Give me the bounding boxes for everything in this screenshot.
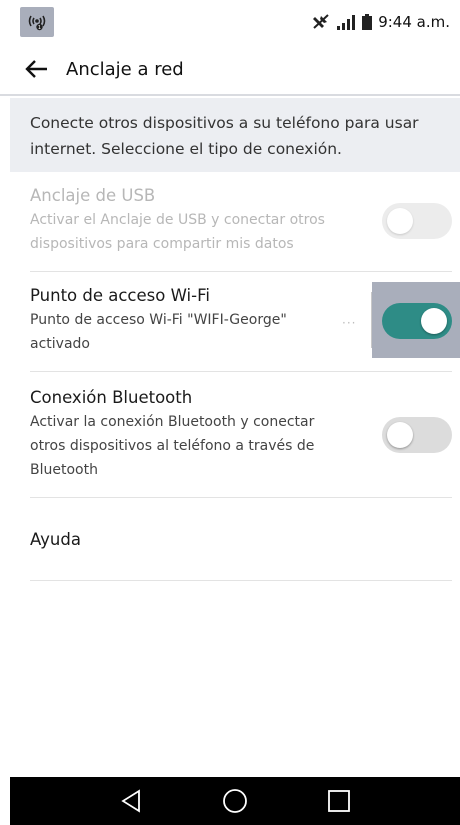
description: Conecte otros dispositivos a su teléfono…: [10, 98, 460, 172]
usb-toggle[interactable]: [382, 203, 452, 239]
signal-icon: [337, 15, 356, 30]
status-time: 9:44 a.m.: [378, 13, 450, 31]
arrow-left-icon[interactable]: [24, 56, 50, 82]
bluetooth-toggle[interactable]: [382, 417, 452, 453]
page-title: Anclaje a red: [66, 58, 184, 80]
bluetooth-subtitle-line-3: Bluetooth: [30, 462, 98, 478]
screen: 1 9:44 a.m. Anclaje a red Conecte otros …: [0, 0, 460, 825]
mute-icon: [313, 14, 329, 29]
more-dots-icon: ···: [342, 316, 357, 330]
toggle-knob: [387, 208, 413, 234]
usb-title: Anclaje de USB: [30, 186, 156, 205]
vertical-divider: [371, 292, 372, 348]
bluetooth-title: Conexión Bluetooth: [30, 388, 193, 407]
list-item-help[interactable]: Ayuda: [30, 528, 452, 581]
status-icons: 9:44 a.m.: [312, 13, 450, 31]
toggle-knob: [421, 308, 447, 334]
svg-text:1: 1: [38, 25, 41, 31]
back-triangle-icon[interactable]: [119, 789, 143, 813]
toggle-knob: [387, 422, 413, 448]
navigation-bar: [10, 777, 460, 825]
battery-icon: [362, 14, 373, 30]
hotspot-icon: 1: [20, 7, 54, 37]
help-title: Ayuda: [30, 530, 81, 549]
status-bar: 1 9:44 a.m.: [0, 0, 460, 44]
recents-square-icon[interactable]: [327, 789, 351, 813]
home-circle-icon[interactable]: [222, 788, 248, 814]
wifi-hotspot-toggle[interactable]: [382, 303, 452, 339]
app-bar: Anclaje a red: [0, 44, 460, 96]
